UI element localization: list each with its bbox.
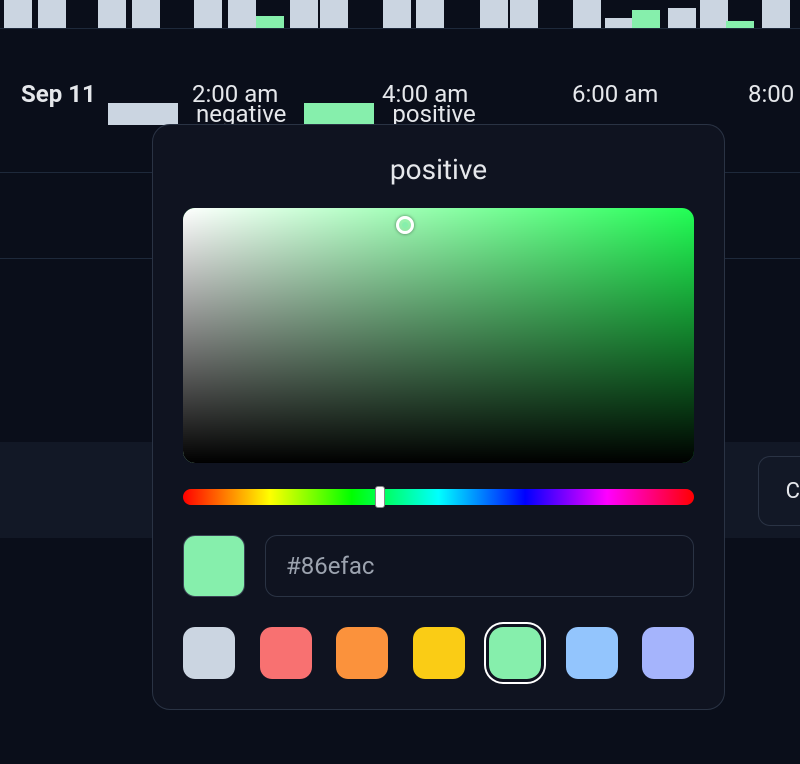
legend-swatch-negative[interactable] [108,103,178,125]
preset-swatch[interactable] [566,627,618,679]
chart-bar [38,0,66,28]
preset-swatch-row [183,627,694,679]
preset-swatch[interactable] [642,627,694,679]
current-color-swatch [183,535,245,597]
preset-swatch[interactable] [336,627,388,679]
preset-swatch[interactable] [489,627,541,679]
color-picker-title: positive [183,153,694,186]
chart-bar [573,0,601,28]
hue-slider-thumb[interactable] [375,486,385,508]
chart-bar [194,0,222,28]
side-panel-letter: C [786,479,800,504]
chart-bar [4,0,32,28]
x-axis-tick: 6:00 am [572,80,658,108]
chart-bar [290,0,318,28]
chart-bars [0,0,800,50]
chart-bar [726,21,754,28]
chart-bar [98,0,126,28]
legend-swatch-positive[interactable] [304,103,374,125]
chart-bar [605,18,633,28]
chart-bar [668,8,696,28]
chart-bar [480,0,508,28]
preset-swatch[interactable] [413,627,465,679]
chart-bar [510,0,538,28]
chart-bar [132,0,160,28]
chart-bar [632,10,660,28]
x-axis-tick: 8:00 [748,80,794,108]
chart-bar [383,0,411,28]
preset-swatch[interactable] [183,627,235,679]
hex-input[interactable] [265,535,694,597]
chart-bar [762,0,790,28]
preset-swatch[interactable] [260,627,312,679]
chart-bar [700,0,728,28]
side-panel-fragment[interactable]: C [758,456,800,526]
chart-bar [416,0,444,28]
color-picker-popover: positive [152,124,725,710]
chart-bar [256,16,284,28]
chart-bar [228,0,256,28]
chart-bar [320,0,348,28]
hue-slider[interactable] [183,489,694,505]
saturation-value-field[interactable] [183,208,694,463]
sv-cursor[interactable] [396,216,414,234]
chart-baseline [0,28,800,29]
